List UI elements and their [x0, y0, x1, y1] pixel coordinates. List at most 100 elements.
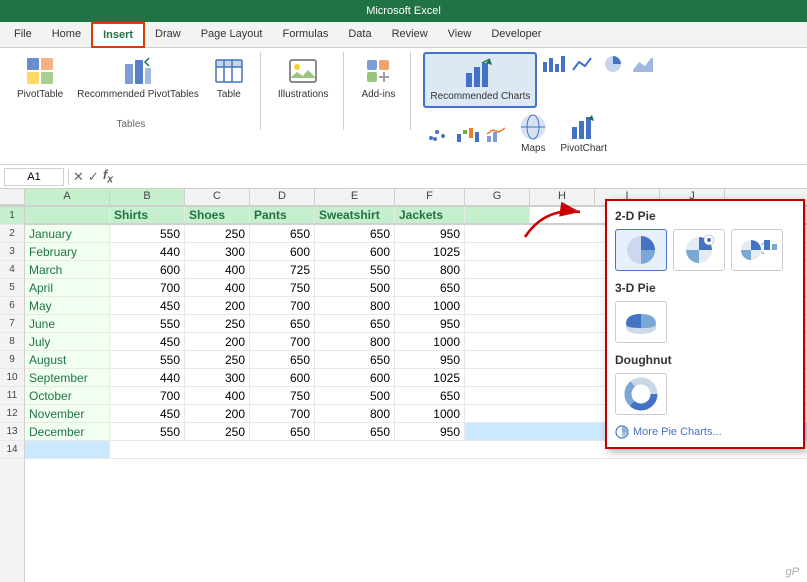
cell-data[interactable]: 400 — [185, 387, 250, 404]
cell-data[interactable]: 300 — [185, 369, 250, 386]
cell-data[interactable]: 200 — [185, 405, 250, 422]
cell-data[interactable]: 1000 — [395, 297, 465, 314]
row-num-11[interactable]: 11 — [0, 387, 24, 405]
cell-data[interactable]: 950 — [395, 315, 465, 332]
cell-month-jan[interactable]: January — [25, 225, 110, 242]
cell-month[interactable]: February — [25, 243, 110, 260]
row-num-3[interactable]: 3 — [0, 243, 24, 261]
col-header-d[interactable]: D — [250, 189, 315, 205]
cell-data[interactable]: 550 — [110, 225, 185, 242]
pivot-table-button[interactable]: PivotTable — [12, 52, 68, 104]
cell-data[interactable]: 650 — [250, 315, 315, 332]
doughnut-chart-btn[interactable] — [615, 373, 667, 415]
row-num-10[interactable]: 10 — [0, 369, 24, 387]
cell-f1[interactable]: Jackets — [395, 207, 465, 223]
cell-data[interactable]: 750 — [250, 279, 315, 296]
table-button[interactable]: Table — [208, 52, 250, 104]
cell-data[interactable]: 250 — [185, 423, 250, 440]
cell-data[interactable]: 650 — [250, 225, 315, 242]
cell-data[interactable]: 550 — [315, 261, 395, 278]
pie-chart-button[interactable] — [599, 52, 627, 76]
cell-month-october[interactable]: October — [25, 387, 110, 404]
cell-data[interactable]: 650 — [250, 423, 315, 440]
tab-review[interactable]: Review — [382, 21, 438, 47]
tab-home[interactable]: Home — [42, 21, 91, 47]
cell-data[interactable]: 400 — [185, 279, 250, 296]
cell-data[interactable]: 1025 — [395, 243, 465, 260]
cell-data[interactable]: 250 — [185, 351, 250, 368]
cell-data[interactable]: 200 — [185, 333, 250, 350]
cell-data[interactable]: 650 — [315, 423, 395, 440]
cell-data[interactable]: 450 — [110, 297, 185, 314]
cell-data[interactable]: 500 — [315, 387, 395, 404]
waterfall-chart-button[interactable] — [453, 122, 481, 146]
cell-data[interactable]: 950 — [395, 351, 465, 368]
cell-data[interactable]: 1000 — [395, 333, 465, 350]
tab-developer[interactable]: Developer — [481, 21, 551, 47]
row-num-5[interactable]: 5 — [0, 279, 24, 297]
pie-chart-donut-btn[interactable] — [673, 229, 725, 271]
row-num-13[interactable]: 13 — [0, 423, 24, 441]
row-num-12[interactable]: 12 — [0, 405, 24, 423]
recommended-pivot-button[interactable]: Recommended PivotTables — [72, 52, 204, 104]
cell-data[interactable]: 600 — [110, 261, 185, 278]
cell-c1[interactable]: Shoes — [185, 207, 250, 223]
maps-button[interactable]: Maps — [513, 110, 553, 158]
cell-month[interactable]: May — [25, 297, 110, 314]
cell-data[interactable]: 600 — [315, 369, 395, 386]
cell-month-november[interactable]: November — [25, 405, 110, 422]
cell-data[interactable]: 450 — [110, 333, 185, 350]
cell-data[interactable]: 700 — [250, 297, 315, 314]
cell-data[interactable]: 550 — [110, 315, 185, 332]
scatter-chart-button[interactable] — [423, 122, 451, 146]
col-header-e[interactable]: E — [315, 189, 395, 205]
cell-data[interactable]: 725 — [250, 261, 315, 278]
cell-month[interactable]: April — [25, 279, 110, 296]
addins-button[interactable]: Add-ins — [356, 52, 400, 104]
tab-draw[interactable]: Draw — [145, 21, 191, 47]
cell-data[interactable]: 800 — [315, 405, 395, 422]
pie-chart-bar-btn[interactable] — [731, 229, 783, 271]
cell-data[interactable]: 400 — [185, 261, 250, 278]
cell-data[interactable]: 750 — [250, 387, 315, 404]
row-num-6[interactable]: 6 — [0, 297, 24, 315]
cell-a1[interactable] — [25, 207, 110, 223]
cell-month[interactable]: March — [25, 261, 110, 278]
cell-d1[interactable]: Pants — [250, 207, 315, 223]
cell-data[interactable]: 200 — [185, 297, 250, 314]
row-num-2[interactable]: 2 — [0, 225, 24, 243]
cell-data[interactable]: 500 — [315, 279, 395, 296]
tab-view[interactable]: View — [438, 21, 482, 47]
cell-month[interactable]: December — [25, 423, 110, 440]
cell-data[interactable]: 600 — [315, 243, 395, 260]
cell-data[interactable]: 600 — [250, 243, 315, 260]
tab-formulas[interactable]: Formulas — [273, 21, 339, 47]
cell-empty[interactable] — [25, 441, 110, 458]
cell-data[interactable]: 250 — [185, 225, 250, 242]
cell-month[interactable]: September — [25, 369, 110, 386]
row-num-9[interactable]: 9 — [0, 351, 24, 369]
row-num-14[interactable]: 14 — [0, 441, 24, 459]
formula-input[interactable] — [117, 170, 803, 184]
cell-data[interactable]: 700 — [110, 387, 185, 404]
area-chart-button[interactable] — [629, 52, 657, 76]
col-header-f[interactable]: F — [395, 189, 465, 205]
col-header-c[interactable]: C — [185, 189, 250, 205]
cell-data[interactable]: 800 — [395, 261, 465, 278]
cell-data[interactable]: 650 — [315, 351, 395, 368]
cell-data[interactable]: 450 — [110, 405, 185, 422]
pivot-chart-button[interactable]: PivotChart — [555, 110, 612, 158]
line-chart-button[interactable] — [569, 52, 597, 76]
tab-file[interactable]: File — [4, 21, 42, 47]
cell-data[interactable]: 700 — [250, 405, 315, 422]
col-header-a[interactable]: A — [25, 189, 110, 205]
cell-data[interactable]: 650 — [395, 279, 465, 296]
recommended-charts-button[interactable]: Recommended Charts — [423, 52, 537, 108]
cell-month[interactable]: June — [25, 315, 110, 332]
tab-page-layout[interactable]: Page Layout — [191, 21, 273, 47]
cell-data[interactable]: 950 — [395, 423, 465, 440]
cell-data[interactable]: 650 — [250, 351, 315, 368]
cell-data[interactable]: 650 — [315, 225, 395, 242]
confirm-formula-icon[interactable]: ✓ — [88, 169, 99, 185]
tab-insert[interactable]: Insert — [91, 22, 145, 48]
